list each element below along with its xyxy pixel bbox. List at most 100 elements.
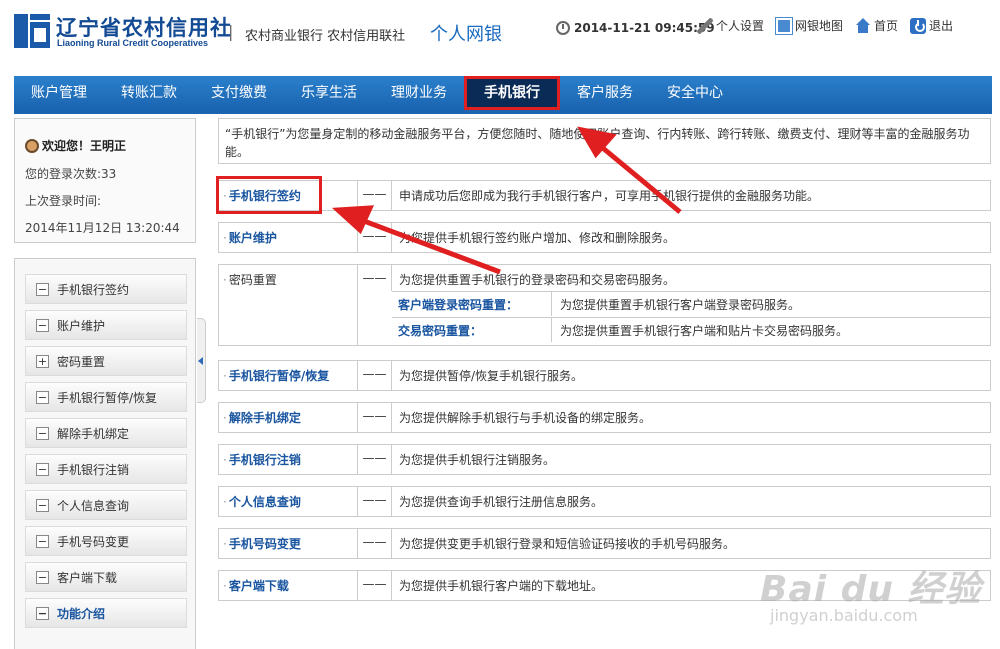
nav-account[interactable]: 账户管理 — [14, 76, 104, 110]
menu-item-info-query[interactable]: − 个人信息查询 — [25, 490, 187, 520]
datetime-display: 2014-11-21 09:45:59 — [556, 21, 715, 35]
dash: —— — [358, 487, 392, 516]
collapse-icon: − — [36, 606, 49, 620]
nav-underline — [14, 110, 992, 114]
user-info-panel: 欢迎您！王明正 您的登录次数:33 上次登录时间: 2014年11月12日 13… — [14, 118, 196, 243]
menu-item-label: 功能介绍 — [57, 606, 106, 621]
logout-label: 退出 — [929, 19, 954, 33]
sitemap-label: 网银地图 — [795, 19, 844, 33]
sitemap-link[interactable]: 网银地图 — [776, 17, 843, 34]
dash: —— — [358, 529, 392, 558]
service-desc: 为您提供重置手机银行的登录密码和交易密码服务。 — [399, 273, 676, 287]
service-link-client-download[interactable]: · 客户端下载 — [219, 571, 358, 600]
service-desc: 为您提供暂停/恢复手机银行服务。 — [399, 369, 584, 383]
menu-item-label: 手机号码变更 — [57, 534, 130, 549]
service-link-unbind-device[interactable]: · 解除手机绑定 — [219, 403, 358, 432]
settings-link[interactable]: 个人设置 — [697, 17, 764, 34]
service-desc: 申请成功后您即成为我行手机银行客户，可享用手机银行提供的金融服务功能。 — [399, 189, 820, 203]
menu-item-phone-change[interactable]: − 手机号码变更 — [25, 526, 187, 556]
service-link-phone-change[interactable]: · 手机号码变更 — [219, 529, 358, 558]
collapse-icon: − — [36, 462, 49, 476]
header-links: 个人设置 网银地图 首页 退出 — [697, 17, 953, 34]
sitemap-icon — [776, 17, 793, 34]
menu-item-unbind-device[interactable]: − 解除手机绑定 — [25, 418, 187, 448]
menu-item-client-download[interactable]: − 客户端下载 — [25, 562, 187, 592]
service-link-suspend-resume[interactable]: · 手机银行暂停/恢复 — [219, 361, 358, 390]
menu-item-password-reset[interactable]: + 密码重置 — [25, 346, 187, 376]
watermark-main: Bai du 经验 — [760, 569, 982, 610]
home-link[interactable]: 首页 — [855, 17, 898, 34]
watermark-url: jingyan.baidu.com — [770, 606, 918, 625]
menu-item-label: 手机银行暂停/恢复 — [57, 390, 158, 405]
dash: —— — [358, 571, 392, 600]
service-desc: 为您提供手机银行签约账户增加、修改和删除服务。 — [399, 231, 676, 245]
logout-link[interactable]: 退出 — [910, 17, 953, 34]
nav-finance[interactable]: 理财业务 — [374, 76, 464, 110]
service-row-unbind-device: · 解除手机绑定 —— 为您提供解除手机银行与手机设备的绑定服务。 — [218, 402, 991, 433]
nav-mobile-banking[interactable]: 手机银行 — [464, 76, 560, 110]
datetime-text: 2014-11-21 09:45:59 — [574, 21, 715, 35]
service-row-suspend-resume: · 手机银行暂停/恢复 —— 为您提供暂停/恢复手机银行服务。 — [218, 360, 991, 391]
service-link-account-maintenance[interactable]: · 账户维护 — [219, 223, 358, 252]
menu-item-label: 个人信息查询 — [57, 498, 130, 513]
sub-link-trade-password-reset[interactable]: 交易密码重置： — [392, 318, 552, 342]
header-subtitle: 农村商业银行 农村信用联社 — [245, 29, 406, 44]
collapse-icon: − — [36, 498, 49, 512]
menu-item-signup[interactable]: − 手机银行签约 — [25, 274, 187, 304]
expand-icon: + — [36, 354, 49, 368]
dash: —— — [358, 181, 392, 210]
menu-item-suspend-resume[interactable]: − 手机银行暂停/恢复 — [25, 382, 187, 412]
dash: —— — [358, 265, 392, 291]
service-row-password-reset: · 密码重置 —— 为您提供重置手机银行的登录密码和交易密码服务。 客户端登录密码… — [218, 264, 991, 346]
menu-item-label: 手机银行注销 — [57, 462, 130, 477]
dash: —— — [358, 361, 392, 390]
home-icon — [855, 17, 871, 34]
service-row-phone-change: · 手机号码变更 —— 为您提供变更手机银行登录和短信验证码接收的手机号码服务。 — [218, 528, 991, 559]
nav-security-center[interactable]: 安全中心 — [650, 76, 740, 110]
service-desc: 为您提供解除手机银行与手机设备的绑定服务。 — [399, 411, 652, 425]
nav-transfer[interactable]: 转账汇款 — [104, 76, 194, 110]
nav-customer-service[interactable]: 客户服务 — [560, 76, 650, 110]
menu-item-label: 客户端下载 — [57, 570, 118, 585]
bank-logo-icon — [14, 14, 50, 48]
watermark: Bai du 经验 jingyan.baidu.com — [760, 560, 990, 640]
service-link-info-query[interactable]: · 个人信息查询 — [219, 487, 358, 516]
header-separator: | — [228, 22, 234, 41]
nav-payment[interactable]: 支付缴费 — [194, 76, 284, 110]
dash: —— — [358, 403, 392, 432]
service-row-account-maintenance: · 账户维护 —— 为您提供手机银行签约账户增加、修改和删除服务。 — [218, 222, 991, 253]
sub-desc: 为您提供重置手机银行客户端登录密码服务。 — [560, 298, 801, 312]
last-login-label: 上次登录时间: — [25, 194, 102, 208]
service-row-signup: · 手机银行签约 —— 申请成功后您即成为我行手机银行客户，可享用手机银行提供的金… — [218, 180, 991, 211]
collapse-icon: − — [36, 282, 49, 296]
settings-label: 个人设置 — [716, 19, 765, 33]
collapse-icon: − — [36, 426, 49, 440]
service-row-info-query: · 个人信息查询 —— 为您提供查询手机银行注册信息服务。 — [218, 486, 991, 517]
service-link-cancel[interactable]: · 手机银行注销 — [219, 445, 358, 474]
menu-item-label: 密码重置 — [57, 354, 106, 369]
menu-item-label: 手机银行签约 — [57, 282, 130, 297]
collapse-icon: − — [36, 390, 49, 404]
menu-item-label: 账户维护 — [57, 318, 106, 333]
sub-link-client-login-reset[interactable]: 客户端登录密码重置： — [392, 292, 552, 316]
login-count: 您的登录次数:33 — [25, 167, 117, 181]
menu-item-cancel[interactable]: − 手机银行注销 — [25, 454, 187, 484]
personal-banking-title: 个人网银 — [430, 24, 502, 45]
dash: —— — [358, 223, 392, 252]
annotation-highlight-box — [216, 176, 322, 214]
menu-item-feature-intro[interactable]: − 功能介绍 — [25, 598, 187, 628]
service-desc: 为您提供手机银行客户端的下载地址。 — [399, 579, 604, 593]
service-desc: 为您提供查询手机银行注册信息服务。 — [399, 495, 604, 509]
sub-row-trade-password-reset: 交易密码重置： 为您提供重置手机银行客户端和贴片卡交易密码服务。 — [392, 317, 990, 342]
sidebar-collapse-handle[interactable] — [197, 318, 206, 403]
home-label: 首页 — [874, 19, 899, 33]
service-desc: 为您提供手机银行注销服务。 — [399, 453, 556, 467]
clock-icon — [556, 21, 570, 35]
menu-item-label: 解除手机绑定 — [57, 426, 130, 441]
sub-desc: 为您提供重置手机银行客户端和贴片卡交易密码服务。 — [560, 324, 849, 338]
user-avatar-icon — [25, 138, 39, 153]
header: 辽宁省农村信用社 Liaoning Rural Credit Cooperati… — [0, 0, 1000, 72]
service-row-cancel: · 手机银行注销 —— 为您提供手机银行注销服务。 — [218, 444, 991, 475]
menu-item-account-maintenance[interactable]: − 账户维护 — [25, 310, 187, 340]
nav-life[interactable]: 乐享生活 — [284, 76, 374, 110]
